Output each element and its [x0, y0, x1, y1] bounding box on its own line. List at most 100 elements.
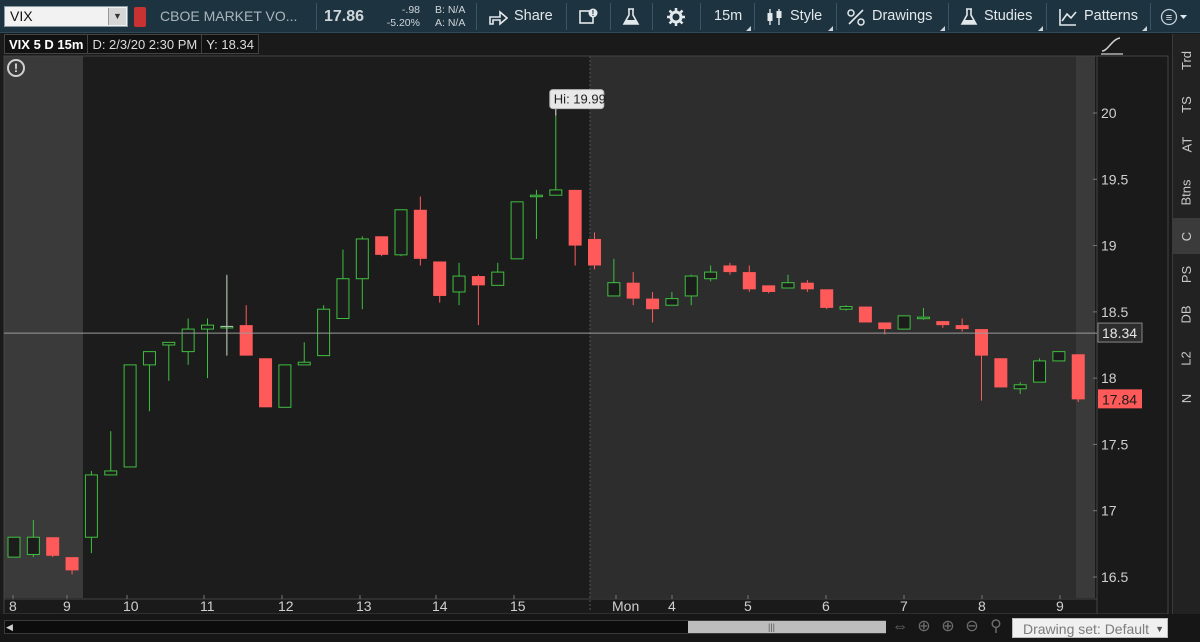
side-tab-label: C — [1178, 231, 1194, 241]
zoom-out-icon[interactable]: ⊖ — [962, 617, 982, 637]
candle-body — [355, 238, 369, 280]
x-tick-label: 11 — [200, 598, 215, 614]
crosshair-zoom-icon[interactable]: ⊕ — [914, 617, 934, 637]
side-tab-ts[interactable]: TS — [1173, 86, 1200, 122]
candle-body — [84, 474, 98, 538]
price-chart[interactable]: 16.5 17 17.5 18 18.5 19 19.5 20 8 9 10 11 12 13 14 15 Mo… — [0, 55, 1172, 614]
toolbar-divider — [700, 3, 701, 30]
candle-body — [549, 189, 563, 196]
candle-body — [26, 536, 40, 555]
link-color-icon[interactable] — [134, 7, 146, 27]
side-tab-ps[interactable]: PS — [1173, 256, 1200, 292]
x-tick-label: 13 — [356, 598, 372, 614]
candle-body — [936, 321, 950, 326]
chart-title: VIX 5 D 15m — [4, 34, 89, 54]
crosshair-value-label: 18.34 — [1102, 325, 1137, 341]
candle-body — [742, 272, 756, 290]
chart-info-row: VIX 5 D 15m D: 2/3/20 2:30 PM Y: 18.34 — [4, 34, 259, 54]
x-tick-label: Mon — [612, 598, 639, 614]
zoom-in-icon[interactable]: ⊕ — [938, 617, 958, 637]
chart-toolbar: VIX ▼ CBOE MARKET VO... 17.86 -.98 -5.20… — [0, 0, 1200, 33]
symbol-value: VIX — [10, 8, 33, 24]
candle — [1052, 351, 1066, 362]
candle — [7, 536, 21, 558]
candle — [46, 537, 60, 558]
candle-body — [452, 275, 466, 293]
candle-body — [394, 209, 408, 256]
bid-value: B: N/A — [435, 4, 466, 16]
candle-body — [684, 275, 698, 297]
grid-notification-icon: ! — [579, 8, 598, 24]
drawing-set-select[interactable]: Drawing set: Default ▼ — [1012, 618, 1168, 638]
axis-scale-icon — [1101, 37, 1123, 55]
candle-body — [259, 358, 273, 408]
y-tick-label: 17.5 — [1101, 436, 1128, 452]
share-button[interactable]: Share — [488, 0, 553, 33]
symbol-dropdown-icon[interactable]: ▼ — [108, 8, 126, 25]
side-tab-label: Trd — [1179, 50, 1194, 70]
alert-icon[interactable]: ! — [7, 59, 25, 77]
pan-icon[interactable]: ⇔ — [890, 617, 910, 637]
candle-body — [626, 282, 640, 299]
toolbar-divider — [610, 3, 611, 30]
x-tick-label: 6 — [822, 598, 830, 614]
candle-body — [181, 328, 195, 353]
side-tab-label: PS — [1179, 265, 1194, 283]
side-tab-l2[interactable]: L2 — [1173, 340, 1200, 376]
candle-body — [646, 298, 660, 310]
style-label: Style — [790, 8, 823, 24]
side-tab-label: AT — [1179, 136, 1194, 152]
symbol-input[interactable]: VIX ▼ — [4, 6, 128, 27]
candle — [1033, 358, 1047, 383]
candle-body — [142, 351, 156, 366]
share-icon — [489, 9, 508, 26]
y-tick-label: 16.5 — [1101, 569, 1128, 585]
scroll-left-icon[interactable]: ◀ — [6, 621, 14, 633]
more-options-button[interactable]: ≡ — [1160, 0, 1188, 33]
patterns-button[interactable]: Patterns — [1058, 0, 1138, 33]
drawing-set-label: Drawing set: Default — [1023, 621, 1150, 637]
studies-label: Studies — [984, 8, 1033, 24]
scrollbar-thumb[interactable] — [688, 621, 886, 633]
x-tick-label: 15 — [510, 598, 526, 614]
high-annotation-label: Hi: 19.99 — [554, 92, 606, 107]
side-tab-db[interactable]: DB — [1173, 296, 1200, 332]
gear-icon — [667, 7, 685, 26]
side-tab-btns[interactable]: Btns — [1173, 174, 1200, 210]
cursor-date: D: 2/3/20 2:30 PM — [88, 34, 203, 54]
side-tab-trd[interactable]: Trd — [1173, 42, 1200, 78]
candle-body — [588, 238, 601, 266]
thinkscript-lab-button[interactable] — [622, 0, 640, 33]
y-tick-label: 19.5 — [1101, 171, 1128, 187]
timeframe-button[interactable]: 15m — [714, 0, 742, 33]
studies-button[interactable]: Studies — [960, 0, 1032, 33]
toolbar-divider — [754, 3, 755, 30]
scrollbar-grip-icon: ||| — [768, 622, 776, 632]
candle-body — [665, 298, 679, 306]
style-button[interactable]: Style — [766, 0, 822, 33]
candle-body — [201, 324, 214, 330]
flexible-grid-button[interactable]: ! — [578, 0, 600, 33]
cursor-value: Y: 18.34 — [202, 34, 259, 54]
x-tick-label: 8 — [9, 598, 17, 614]
candle — [394, 209, 408, 257]
drawings-button[interactable]: Drawings — [846, 0, 932, 33]
candle-body — [800, 282, 814, 290]
side-tab-n[interactable]: N — [1173, 380, 1200, 416]
candle — [278, 364, 292, 408]
side-tab-c[interactable]: C — [1173, 218, 1200, 254]
timeframe-menu-indicator — [746, 26, 751, 31]
price-axis-settings-button[interactable] — [1098, 33, 1128, 57]
candle — [897, 315, 911, 330]
candle-body — [413, 209, 427, 259]
last-price: 17.86 — [324, 8, 365, 25]
candle-body — [510, 201, 524, 260]
toolbar-divider — [476, 3, 477, 30]
candle-body — [781, 282, 795, 289]
drawing-tool-icon[interactable]: ⚲ — [986, 617, 1006, 637]
percent-change: -5.20% — [386, 17, 420, 29]
side-tab-at[interactable]: AT — [1173, 126, 1200, 162]
svg-text:≡: ≡ — [1166, 12, 1172, 24]
studies-menu-indicator — [1038, 26, 1043, 31]
chart-settings-button[interactable] — [666, 0, 686, 33]
